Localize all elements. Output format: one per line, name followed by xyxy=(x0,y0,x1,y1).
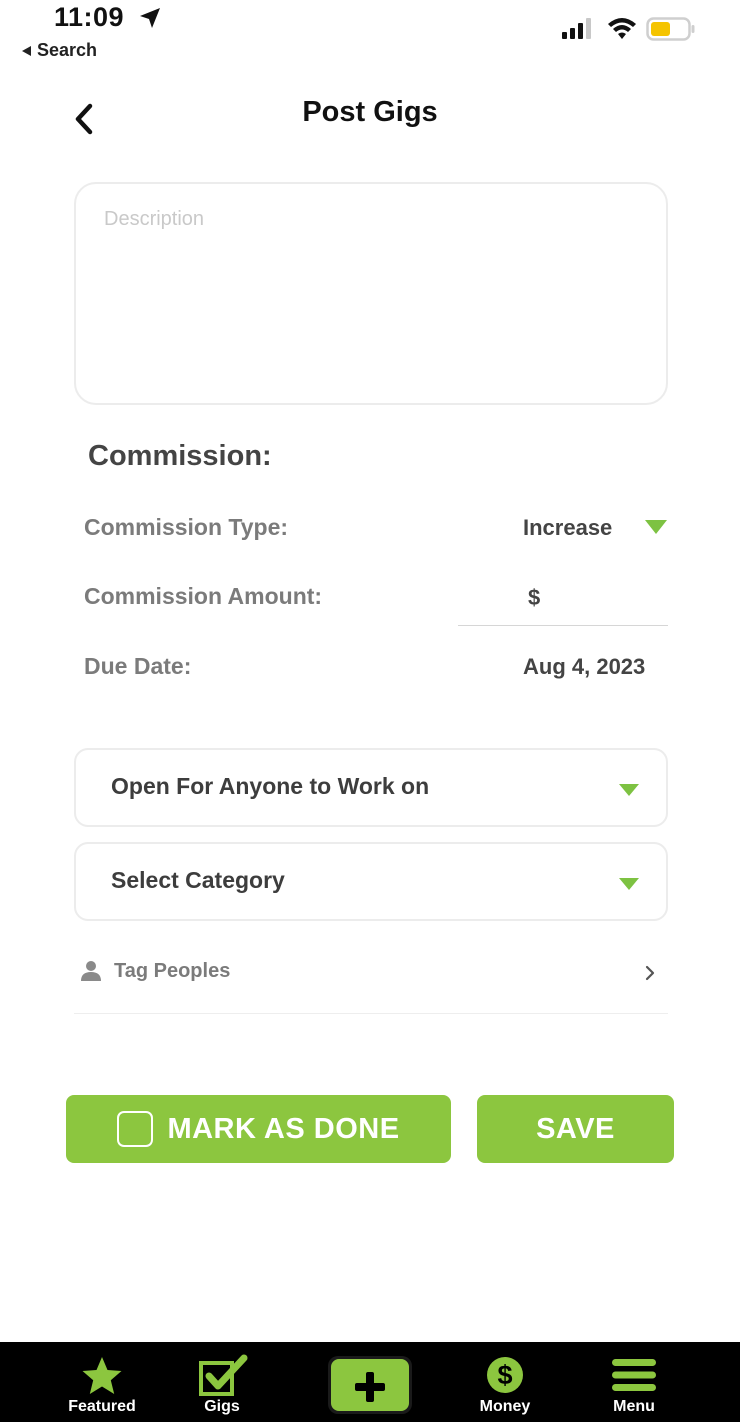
location-arrow-icon xyxy=(140,8,160,28)
availability-select-label: Open For Anyone to Work on xyxy=(111,773,430,799)
commission-amount-label: Commission Amount: xyxy=(84,583,323,609)
back-to-search-link[interactable]: Search xyxy=(22,40,97,61)
save-button[interactable]: SAVE xyxy=(477,1095,674,1163)
dollar-circle-icon: $ xyxy=(487,1357,523,1393)
description-input[interactable] xyxy=(76,184,666,403)
commission-type-value[interactable]: Increase xyxy=(523,515,612,541)
add-gig-button[interactable] xyxy=(328,1356,412,1414)
category-select-label: Select Category xyxy=(111,867,285,893)
hamburger-menu-icon xyxy=(612,1359,656,1391)
wifi-icon xyxy=(608,18,636,39)
tag-people-row[interactable]: Tag Peoples xyxy=(74,944,668,1014)
description-box xyxy=(74,182,668,405)
tab-menu[interactable]: Menu xyxy=(574,1342,694,1422)
commission-type-dropdown-icon[interactable] xyxy=(645,520,667,534)
availability-select[interactable]: Open For Anyone to Work on xyxy=(74,748,668,827)
back-to-search-label: Search xyxy=(37,40,98,60)
tab-money[interactable]: $ Money xyxy=(445,1342,565,1422)
category-select[interactable]: Select Category xyxy=(74,842,668,921)
cellular-signal-icon xyxy=(562,18,591,39)
commission-section-title: Commission: xyxy=(88,440,272,472)
due-date-value[interactable]: Aug 4, 2023 xyxy=(523,654,645,680)
plus-icon xyxy=(355,1372,385,1402)
battery-icon xyxy=(646,17,695,41)
tab-gigs-label: Gigs xyxy=(204,1398,240,1415)
dropdown-arrow-icon xyxy=(619,784,639,796)
mark-as-done-label: MARK AS DONE xyxy=(167,1112,400,1145)
tab-featured-label: Featured xyxy=(68,1398,136,1415)
tab-menu-label: Menu xyxy=(613,1398,655,1415)
tab-featured[interactable]: Featured xyxy=(42,1342,162,1422)
dropdown-arrow-icon xyxy=(619,878,639,890)
chevron-right-icon xyxy=(645,965,655,981)
tab-money-label: Money xyxy=(479,1398,531,1415)
save-label: SAVE xyxy=(536,1112,615,1145)
person-icon xyxy=(81,961,101,981)
svg-text:$: $ xyxy=(497,1360,512,1390)
currency-symbol: $ xyxy=(528,585,541,610)
due-date-label: Due Date: xyxy=(84,653,192,679)
commission-amount-input[interactable] xyxy=(550,580,660,616)
page-title: Post Gigs xyxy=(302,96,438,128)
mark-as-done-button[interactable]: MARK AS DONE xyxy=(66,1095,451,1163)
commission-type-label: Commission Type: xyxy=(84,514,289,540)
status-time: 11:09 xyxy=(54,2,125,32)
tab-gigs[interactable]: Gigs xyxy=(162,1342,282,1422)
star-icon xyxy=(82,1357,122,1394)
tag-people-label: Tag Peoples xyxy=(114,960,231,982)
back-triangle-icon xyxy=(22,45,31,56)
checkbox-check-icon xyxy=(199,1354,248,1396)
mark-done-checkbox[interactable] xyxy=(117,1111,154,1147)
